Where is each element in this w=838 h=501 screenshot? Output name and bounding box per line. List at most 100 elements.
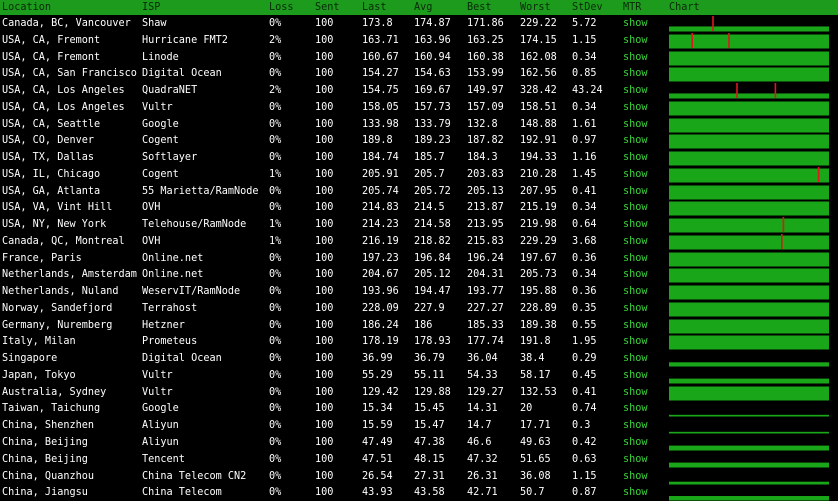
table-row: Singapore Digital Ocean 0% 100 36.99 36.79 36.…: [0, 350, 838, 367]
latency-chart: [669, 16, 829, 32]
cell-sent: 100: [315, 403, 334, 415]
cell-loss: 0%: [269, 135, 282, 147]
cell-isp: OVH: [142, 235, 161, 247]
cell-stdev: 0.97: [572, 135, 597, 147]
cell-isp: Terrahost: [142, 302, 198, 314]
mtr-show-link[interactable]: show: [623, 218, 648, 231]
table-row: USA, CA, Los Angeles Vultr 0% 100 158.05 157.…: [0, 99, 838, 116]
cell-last: 216.19: [362, 235, 399, 247]
mtr-show-link[interactable]: show: [623, 268, 648, 281]
mtr-show-link[interactable]: show: [623, 402, 648, 415]
cell-sent: 100: [315, 18, 334, 29]
latency-bar: [669, 268, 829, 283]
mtr-show-link[interactable]: show: [623, 335, 648, 348]
mtr-show-link[interactable]: show: [623, 352, 648, 365]
header-last: Last: [362, 2, 387, 13]
cell-best: 203.83: [467, 168, 504, 180]
mtr-show-link[interactable]: show: [623, 486, 648, 499]
mtr-show-link[interactable]: show: [623, 419, 648, 432]
mtr-show-link[interactable]: show: [623, 118, 648, 131]
cell-location: Singapore: [2, 353, 58, 365]
cell-avg: 218.82: [414, 235, 451, 247]
cell-stdev: 0.34: [572, 51, 597, 63]
cell-last: 158.05: [362, 101, 399, 113]
cell-last: 214.83: [362, 202, 399, 214]
table-row: USA, TX, Dallas Softlayer 0% 100 184.74 185.7…: [0, 149, 838, 166]
mtr-show-link[interactable]: show: [623, 386, 648, 399]
cell-isp: Tencent: [142, 453, 185, 465]
cell-stdev: 1.15: [572, 34, 597, 46]
cell-last: 163.71: [362, 34, 399, 46]
cell-worst: 58.17: [520, 369, 551, 381]
mtr-show-link[interactable]: show: [623, 470, 648, 483]
mtr-show-link[interactable]: show: [623, 319, 648, 332]
cell-sent: 100: [315, 319, 334, 331]
cell-loss: 0%: [269, 202, 282, 214]
latency-bar: [669, 445, 829, 451]
cell-avg: 157.73: [414, 101, 451, 113]
cell-loss: 0%: [269, 403, 282, 415]
cell-last: 55.29: [362, 369, 393, 381]
cell-stdev: 3.68: [572, 235, 597, 247]
cell-last: 26.54: [362, 470, 393, 482]
table-row: Canada, QC, Montreal OVH 1% 100 216.19 218.82…: [0, 233, 838, 250]
cell-sent: 100: [315, 487, 334, 499]
cell-loss: 0%: [269, 487, 282, 499]
latency-chart: [669, 362, 829, 367]
table-row: Netherlands, Amsterdam Online.net 0% 100 204…: [0, 266, 838, 283]
latency-bar: [669, 67, 829, 82]
cell-loss: 1%: [269, 235, 282, 247]
cell-loss: 1%: [269, 168, 282, 180]
cell-loss: 0%: [269, 336, 282, 348]
latency-bar: [669, 168, 829, 183]
mtr-show-link[interactable]: show: [623, 252, 648, 265]
latency-bar: [669, 151, 829, 166]
mtr-show-link[interactable]: show: [623, 168, 648, 181]
cell-sent: 100: [315, 286, 334, 298]
mtr-show-link[interactable]: show: [623, 34, 648, 47]
cell-avg: 36.79: [414, 353, 445, 365]
cell-stdev: 1.95: [572, 336, 597, 348]
mtr-show-link[interactable]: show: [623, 302, 648, 315]
mtr-show-link[interactable]: show: [623, 67, 648, 80]
mtr-show-link[interactable]: show: [623, 84, 648, 97]
cell-worst: 194.33: [520, 152, 557, 164]
cell-loss: 0%: [269, 152, 282, 164]
mtr-show-link[interactable]: show: [623, 235, 648, 248]
mtr-show-link[interactable]: show: [623, 51, 648, 64]
mtr-show-link[interactable]: show: [623, 151, 648, 164]
cell-location: USA, CA, Fremont: [2, 51, 101, 63]
mtr-show-link[interactable]: show: [623, 453, 648, 466]
cell-sent: 100: [315, 101, 334, 113]
mtr-show-link[interactable]: show: [623, 185, 648, 198]
cell-sent: 100: [315, 252, 334, 264]
cell-worst: 174.15: [520, 34, 557, 46]
cell-last: 197.23: [362, 252, 399, 264]
table-row: USA, CA, Seattle Google 0% 100 133.98 133.79 1…: [0, 116, 838, 133]
latency-bar: [669, 386, 829, 401]
mtr-show-link[interactable]: show: [623, 285, 648, 298]
loss-spike: [781, 233, 783, 249]
mtr-show-link[interactable]: show: [623, 436, 648, 449]
cell-avg: 48.15: [414, 453, 445, 465]
cell-best: 47.32: [467, 453, 498, 465]
latency-chart: [669, 268, 829, 283]
mtr-show-link[interactable]: show: [623, 134, 648, 147]
cell-avg: 205.72: [414, 185, 451, 197]
latency-chart: [669, 496, 829, 501]
cell-best: 163.25: [467, 34, 504, 46]
cell-sent: 100: [315, 85, 334, 97]
latency-bar: [669, 218, 829, 233]
cell-isp: Digital Ocean: [142, 68, 222, 80]
cell-isp: OVH: [142, 202, 161, 214]
header-sent: Sent: [315, 2, 340, 13]
table-row: USA, CO, Denver Cogent 0% 100 189.8 189.23 187…: [0, 132, 838, 149]
mtr-show-link[interactable]: show: [623, 101, 648, 114]
table-row: China, Beijing Aliyun 0% 100 47.49 47.38 46.6 4…: [0, 434, 838, 451]
mtr-show-link[interactable]: show: [623, 201, 648, 214]
mtr-show-link[interactable]: show: [623, 369, 648, 382]
cell-last: 178.19: [362, 336, 399, 348]
cell-last: 204.67: [362, 269, 399, 281]
cell-isp: Google: [142, 403, 179, 415]
mtr-show-link[interactable]: show: [623, 17, 648, 30]
